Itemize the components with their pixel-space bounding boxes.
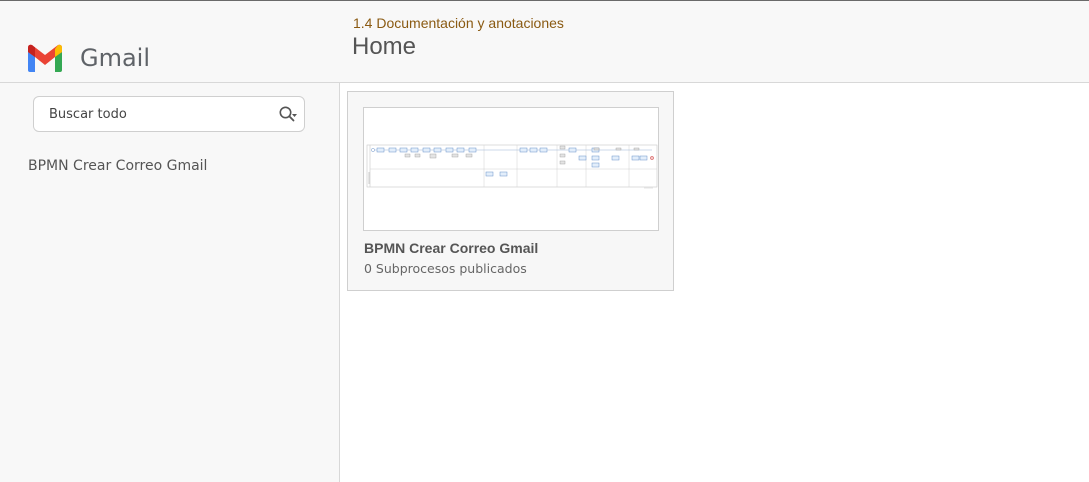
logo[interactable]: Gmail: [26, 44, 150, 72]
logo-text: Gmail: [80, 44, 151, 72]
page-title: Home: [352, 33, 417, 60]
breadcrumb[interactable]: 1.4 Documentación y anotaciones: [353, 15, 564, 31]
app-window: Gmail 1.4 Documentación y anotaciones Ho…: [0, 0, 1089, 482]
sidebar: BPMN Crear Correo Gmail: [0, 83, 340, 482]
header: Gmail 1.4 Documentación y anotaciones Ho…: [0, 0, 1089, 83]
search-box[interactable]: [33, 96, 305, 132]
sidebar-item-bpmn-crear-correo[interactable]: BPMN Crear Correo Gmail: [28, 158, 207, 174]
process-card[interactable]: BPMN Crear Correo Gmail 0 Subprocesos pu…: [347, 91, 674, 291]
card-subtitle: 0 Subprocesos publicados: [364, 261, 527, 276]
search-input[interactable]: [34, 99, 274, 129]
gmail-m-icon: [28, 44, 62, 72]
card-title[interactable]: BPMN Crear Correo Gmail: [364, 240, 538, 256]
bpmn-diagram-thumbnail[interactable]: [363, 107, 659, 231]
bpmn-diagram-image: [366, 144, 658, 189]
search-filter-icon[interactable]: [278, 105, 298, 125]
